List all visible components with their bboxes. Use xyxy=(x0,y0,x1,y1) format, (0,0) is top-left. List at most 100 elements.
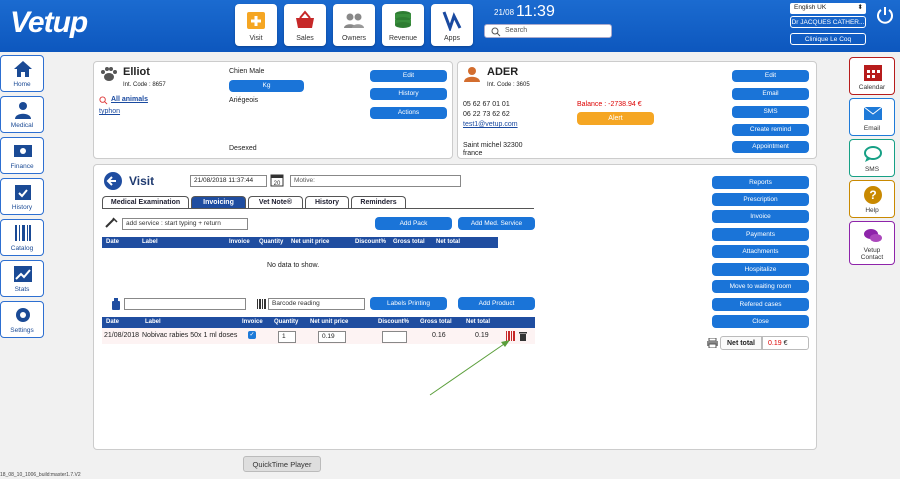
right-nav-contact[interactable]: Vetup Contact xyxy=(849,221,895,265)
syringe-icon xyxy=(105,217,118,228)
chart-icon xyxy=(14,266,32,282)
refered-cases-button[interactable]: Refered cases xyxy=(712,298,809,311)
paw-icon xyxy=(101,67,117,81)
owner-edit-button[interactable]: Edit xyxy=(732,70,809,82)
patient-int-code: Int. Code : 8657 xyxy=(123,82,166,88)
patient-edit-button[interactable]: Edit xyxy=(370,70,447,82)
product-search-input[interactable] xyxy=(124,298,246,310)
chat-icon xyxy=(864,146,882,162)
net-total-value-box: 0.19 € xyxy=(762,336,809,350)
gear-icon xyxy=(16,308,30,322)
patient-species: Chien Male xyxy=(229,68,265,75)
close-button[interactable]: Close xyxy=(712,315,809,328)
right-nav-calendar[interactable]: Calendar xyxy=(849,57,895,95)
attachments-button[interactable]: Attachments xyxy=(712,245,809,258)
discount-input[interactable] xyxy=(382,331,407,343)
vetup-logo: Vetup xyxy=(10,6,88,39)
svg-text:20: 20 xyxy=(274,181,281,187)
services-table-header: Date Label Invoice Quantity Net unit pri… xyxy=(102,237,498,248)
net-total-label: Net total xyxy=(720,336,762,350)
avatar-icon xyxy=(464,67,480,82)
left-nav-medical[interactable]: Medical xyxy=(0,96,44,133)
left-nav-home[interactable]: Home xyxy=(0,55,44,92)
other-animal-link[interactable]: typhon xyxy=(99,108,120,115)
owner-name: ADER xyxy=(487,66,519,78)
home-icon xyxy=(14,61,32,77)
basket-icon xyxy=(296,10,314,28)
search-input[interactable]: Search xyxy=(484,24,612,38)
labels-printing-button[interactable]: Labels Printing xyxy=(370,297,447,310)
right-nav-email[interactable]: Email xyxy=(849,98,895,136)
hospitalize-button[interactable]: Hospitalize xyxy=(712,263,809,276)
bottle-icon xyxy=(112,298,120,310)
left-nav-settings[interactable]: Settings xyxy=(0,301,44,338)
alert-button[interactable]: Alert xyxy=(577,112,654,125)
owner-phone1: 05 62 67 01 01 xyxy=(463,101,510,108)
owner-phone2: 06 22 73 62 62 xyxy=(463,111,510,118)
patient-history-button[interactable]: History xyxy=(370,88,447,100)
doctor-button[interactable]: Dr JACQUES CATHER... xyxy=(790,16,866,28)
quantity-input[interactable]: 1 xyxy=(278,331,296,343)
barcode-input[interactable]: Barcode reading xyxy=(268,298,365,310)
add-service-input[interactable]: add service : start typing + return xyxy=(122,218,248,230)
owner-email-button[interactable]: Email xyxy=(732,88,809,100)
visit-icon xyxy=(247,12,265,29)
add-med-service-button[interactable]: Add Med. Service xyxy=(458,217,535,230)
printer-icon[interactable] xyxy=(707,338,718,348)
weight-button[interactable]: Kg xyxy=(229,80,304,92)
calendar-check-icon xyxy=(15,185,31,200)
language-select[interactable]: English UK ⬍ xyxy=(790,3,866,14)
power-icon[interactable] xyxy=(876,6,894,24)
right-nav-sms[interactable]: SMS xyxy=(849,139,895,177)
top-nav-apps[interactable]: Apps xyxy=(431,4,473,46)
barcode-icon xyxy=(15,225,31,241)
left-nav-finance[interactable]: Finance xyxy=(0,137,44,174)
clinic-button[interactable]: Clinique Le Coq xyxy=(790,33,866,45)
create-remind-button[interactable]: Create remind xyxy=(732,124,809,136)
top-nav-sales[interactable]: Sales xyxy=(284,4,326,46)
no-data-message: No data to show. xyxy=(267,262,320,269)
move-to-waiting-room-button[interactable]: Move to waiting room xyxy=(712,280,809,293)
owners-icon xyxy=(344,13,364,28)
svg-text:?: ? xyxy=(869,188,876,202)
visit-datetime-input[interactable]: 21/08/2018 11:37:44 xyxy=(190,175,267,187)
apps-icon xyxy=(442,11,462,31)
motive-input[interactable]: Motive: xyxy=(290,175,461,187)
add-pack-button[interactable]: Add Pack xyxy=(375,217,452,230)
tabs-divider xyxy=(102,208,534,209)
mail-icon xyxy=(863,106,883,120)
prescription-button[interactable]: Prescription xyxy=(712,193,809,206)
reports-button[interactable]: Reports xyxy=(712,176,809,189)
search-icon xyxy=(99,96,108,105)
all-animals-link[interactable]: All animals xyxy=(111,96,148,103)
payments-button[interactable]: Payments xyxy=(712,228,809,241)
trash-icon[interactable] xyxy=(519,331,527,341)
revenue-icon xyxy=(395,11,411,28)
chevron-down-icon: ⬍ xyxy=(857,4,863,11)
owner-email-link[interactable]: test1@vetup.com xyxy=(463,121,518,128)
invoice-button[interactable]: Invoice xyxy=(712,210,809,223)
left-nav-catalog[interactable]: Catalog xyxy=(0,219,44,256)
left-nav-history[interactable]: History xyxy=(0,178,44,215)
barcode-icon xyxy=(257,299,266,309)
patient-status: Desexed xyxy=(229,145,257,152)
patient-actions-button[interactable]: Actions xyxy=(370,107,447,119)
calendar-icon xyxy=(864,65,882,81)
net-total-currency: € xyxy=(783,340,788,347)
search-icon xyxy=(491,27,501,37)
top-nav-revenue[interactable]: Revenue xyxy=(382,4,424,46)
calendar-icon[interactable]: 20 xyxy=(270,173,284,187)
doctor-icon xyxy=(15,102,31,119)
appointment-button[interactable]: Appointment xyxy=(732,141,809,153)
version-label: 18_08_10_1006_build:master1.7.V2 xyxy=(0,472,81,478)
right-nav-help[interactable]: ? Help xyxy=(849,180,895,218)
owner-sms-button[interactable]: SMS xyxy=(732,106,809,118)
invoice-checkbox[interactable]: ✓ xyxy=(248,331,256,339)
left-nav-stats[interactable]: Stats xyxy=(0,260,44,297)
unit-price-input[interactable]: 0.19 xyxy=(318,331,346,343)
top-nav-owners[interactable]: Owners xyxy=(333,4,375,46)
back-arrow-icon[interactable] xyxy=(103,171,123,191)
top-nav-visit[interactable]: Visit xyxy=(235,4,277,46)
add-product-button[interactable]: Add Product xyxy=(458,297,535,310)
money-icon xyxy=(14,145,32,157)
